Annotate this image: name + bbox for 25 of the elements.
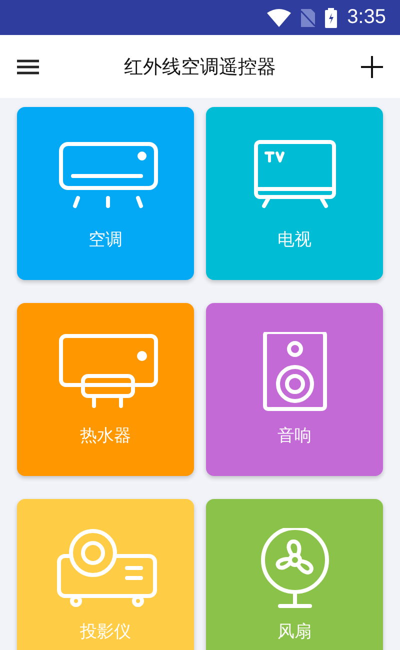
- battery-charging-icon: [325, 8, 338, 28]
- wifi-icon: [267, 8, 292, 26]
- device-card[interactable]: 风扇: [206, 499, 383, 650]
- device-card[interactable]: 热水器: [17, 303, 194, 476]
- projector-icon: [56, 529, 156, 607]
- speaker-icon: [262, 332, 326, 411]
- device-label: 热水器: [80, 425, 131, 447]
- water-heater-icon: [58, 334, 158, 408]
- app-title: 红外线空调遥控器: [124, 54, 276, 80]
- device-label: 电视: [278, 229, 312, 251]
- device-card[interactable]: 投影仪: [17, 499, 194, 650]
- device-card[interactable]: 空调: [17, 107, 194, 280]
- no-sim-icon: [301, 8, 316, 26]
- tv-icon: [254, 140, 336, 208]
- device-card[interactable]: 音响: [206, 303, 383, 476]
- menu-icon[interactable]: [17, 58, 39, 74]
- device-card[interactable]: 电视: [206, 107, 383, 280]
- device-label: 空调: [88, 229, 122, 251]
- status-time: 3:35: [347, 6, 386, 29]
- device-label: 音响: [278, 425, 312, 447]
- device-label: 投影仪: [80, 621, 131, 643]
- add-icon[interactable]: [361, 56, 383, 78]
- air-conditioner-icon: [58, 142, 158, 208]
- fan-icon: [260, 528, 328, 608]
- device-label: 风扇: [278, 621, 312, 643]
